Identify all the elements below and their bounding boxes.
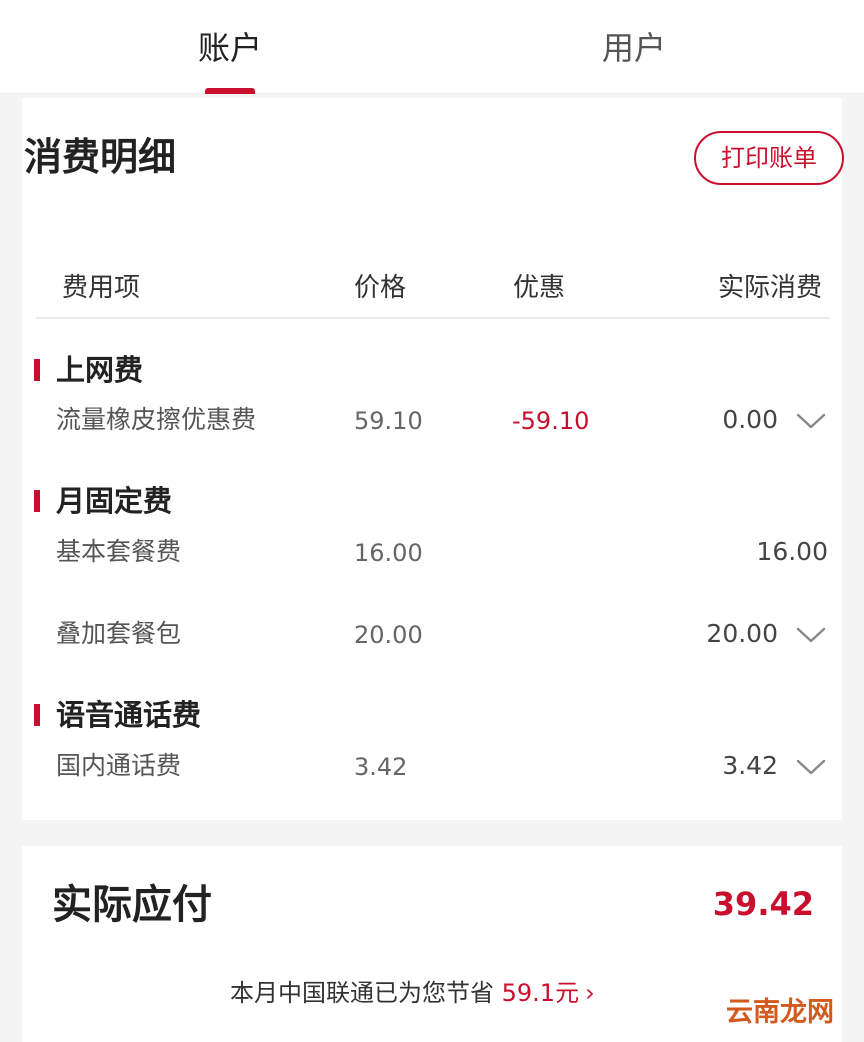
payment-summary-card	[22, 846, 842, 1042]
chevron-right-icon: ›	[585, 979, 595, 1007]
row-actual: 16.00	[756, 537, 828, 566]
active-tab-indicator	[205, 88, 255, 94]
section-title-internet: 上网费	[56, 353, 144, 387]
row-price: 16.00	[354, 539, 423, 567]
chevron-down-icon[interactable]	[796, 625, 826, 645]
row-name: 基本套餐费	[56, 537, 182, 566]
tab-account[interactable]: 账户	[170, 26, 290, 70]
section-title-monthly-fixed: 月固定费	[56, 484, 173, 518]
column-header-discount: 优惠	[513, 273, 566, 303]
savings-link[interactable]: 本月中国联通已为您节省 59.1元 ›	[230, 974, 595, 1012]
row-price: 20.00	[354, 621, 423, 649]
section-title-voice: 语音通话费	[56, 698, 202, 732]
row-price: 59.10	[354, 407, 423, 435]
section-marker	[34, 359, 40, 381]
row-actual: 20.00	[706, 619, 778, 648]
watermark-logo: 云南龙网	[726, 997, 834, 1028]
row-name: 流量橡皮擦优惠费	[56, 405, 257, 434]
savings-text: 本月中国联通已为您节省	[230, 979, 494, 1007]
section-marker	[34, 704, 40, 726]
tab-bar: 账户 用户	[0, 0, 864, 94]
row-actual: 3.42	[722, 751, 778, 780]
row-actual: 0.00	[722, 405, 778, 434]
chevron-down-icon[interactable]	[796, 411, 826, 431]
print-bill-button[interactable]: 打印账单	[694, 131, 844, 185]
header-divider	[36, 317, 830, 319]
row-name: 叠加套餐包	[56, 619, 182, 648]
page-title: 消费明细	[24, 135, 177, 179]
section-marker	[34, 490, 40, 512]
column-header-actual: 实际消费	[718, 273, 823, 303]
column-header-price: 价格	[354, 273, 407, 303]
amount-due-label: 实际应付	[52, 882, 212, 928]
savings-amount: 59.1元	[501, 979, 580, 1007]
tab-user[interactable]: 用户	[574, 26, 694, 70]
chevron-down-icon[interactable]	[796, 757, 826, 777]
column-header-item: 费用项	[62, 273, 141, 303]
row-name: 国内通话费	[56, 751, 182, 780]
amount-due-value: 39.42	[712, 885, 814, 923]
row-price: 3.42	[354, 753, 408, 781]
